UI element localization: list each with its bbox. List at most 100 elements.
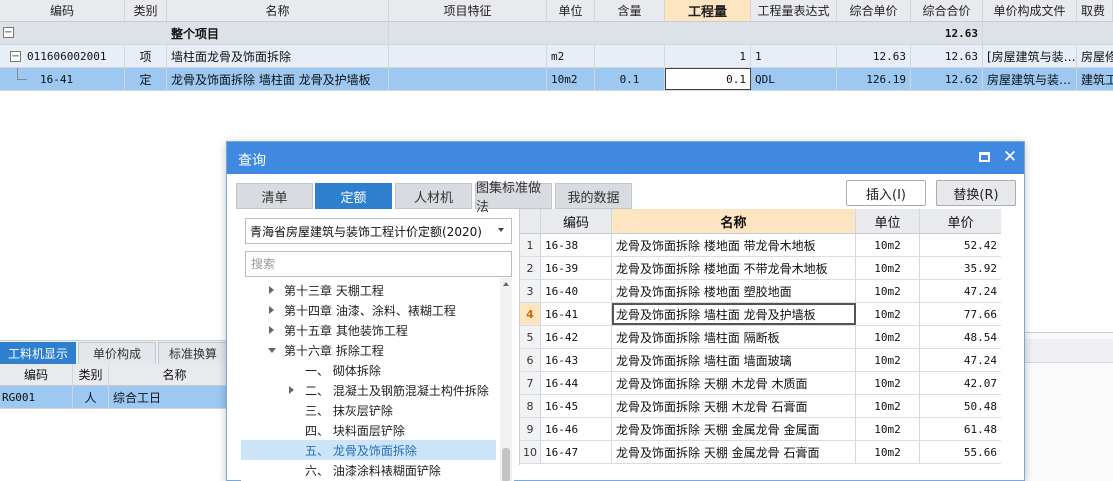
row-fee: 房屋修 <box>1081 49 1113 64</box>
insert-button[interactable]: 插入(I) <box>846 180 926 206</box>
result-row[interactable]: 5 16-42 龙骨及饰面拆除 墙柱面 隔断板 10m2 48.54 <box>520 326 1001 349</box>
result-row[interactable]: 3 16-40 龙骨及饰面拆除 楼地面 塑胶地面 10m2 47.24 <box>520 280 1001 303</box>
quota-tree-panel: 青海省房屋建筑与装饰工程计价定额(2020) 第十三章 天棚工程 第十四章 油漆… <box>241 216 514 481</box>
row-number: 1 <box>520 234 541 256</box>
row-name: 整个项目 <box>167 22 389 44</box>
tree-node-section-2[interactable]: 二、 混凝土及钢筋混凝土构件拆除 <box>241 380 496 400</box>
tree-node-chapter-14[interactable]: 第十四章 油漆、涂料、裱糊工程 <box>241 300 496 320</box>
replace-button[interactable]: 替换(R) <box>936 180 1016 206</box>
col-header-code[interactable]: 编码 <box>541 209 612 233</box>
collapse-toggle-icon[interactable]: − <box>10 50 21 62</box>
row-number: 2 <box>520 257 541 279</box>
result-row[interactable]: 2 16-39 龙骨及饰面拆除 楼地面 不带龙骨木地板 10m2 35.92 <box>520 257 1001 280</box>
close-icon[interactable]: ✕ <box>999 146 1021 168</box>
row-name: 墙柱面龙骨及饰面拆除 <box>167 45 389 67</box>
collapse-toggle-icon[interactable]: − <box>3 27 14 38</box>
result-price: 77.66 <box>963 307 997 321</box>
result-price: 61.48 <box>963 422 997 436</box>
result-price: 47.24 <box>963 353 997 367</box>
col-header-fee[interactable]: 取费 <box>1077 0 1113 21</box>
tree-node-section-3[interactable]: 三、 抹灰层铲除 <box>241 400 496 420</box>
result-name: 龙骨及饰面拆除 天棚 木龙骨 石膏面 <box>612 395 856 417</box>
row-expression[interactable]: 1 <box>751 45 837 67</box>
col-header-feature[interactable]: 项目特征 <box>389 0 547 21</box>
tree-node-chapter-15[interactable]: 第十五章 其他装饰工程 <box>241 320 496 340</box>
expand-icon[interactable] <box>269 306 274 314</box>
col-header-unit-price[interactable]: 综合单价 <box>837 0 911 21</box>
dialog-title-bar[interactable]: 查询 ✕ <box>227 142 1024 174</box>
col-header-name[interactable]: 名称 <box>612 209 856 233</box>
result-row[interactable]: 1 16-38 龙骨及饰面拆除 楼地面 带龙骨木地板 10m2 52.42 <box>520 234 1001 257</box>
top-grid-header: 编码 类别 名称 项目特征 单位 含量 工程量 工程量表达式 综合单价 综合合价… <box>0 0 1113 22</box>
result-grid-header: 编码 名称 单位 单价 <box>520 209 1001 234</box>
result-code: 16-44 <box>541 372 612 394</box>
tree-scrollbar[interactable] <box>500 278 512 481</box>
result-row[interactable]: 7 16-44 龙骨及饰面拆除 天棚 木龙骨 木质面 10m2 42.07 <box>520 372 1001 395</box>
result-name: 龙骨及饰面拆除 墙柱面 墙面玻璃 <box>612 349 856 371</box>
result-price: 48.54 <box>963 330 997 344</box>
collapse-icon[interactable] <box>268 348 276 353</box>
result-name: 龙骨及饰面拆除 墙柱面 隔断板 <box>612 326 856 348</box>
quantity-edit-field[interactable]: 0.1 <box>665 68 751 90</box>
result-unit: 10m2 <box>856 234 920 256</box>
expand-icon[interactable] <box>269 286 274 294</box>
col-header-price[interactable]: 单价 <box>920 209 1001 233</box>
maximize-icon[interactable] <box>979 152 990 162</box>
tab-labor-material[interactable]: 人材机 <box>395 183 472 209</box>
table-row-item[interactable]: − 011606002001 项 墙柱面龙骨及饰面拆除 m2 1 1 12.63… <box>0 45 1113 68</box>
result-name: 龙骨及饰面拆除 楼地面 塑胶地面 <box>612 280 856 302</box>
col-header-price-file[interactable]: 单价构成文件 <box>983 0 1077 21</box>
tab-standard-conversion[interactable]: 标准换算 <box>158 342 228 365</box>
search-input[interactable] <box>245 251 512 277</box>
result-code: 16-41 <box>541 303 612 325</box>
tab-material-display[interactable]: 工料机显示 <box>0 342 76 365</box>
tree-node-chapter-16[interactable]: 第十六章 拆除工程 <box>241 340 496 360</box>
tab-quota[interactable]: 定额 <box>315 183 392 209</box>
result-row[interactable]: 9 16-46 龙骨及饰面拆除 天棚 金属龙骨 金属面 10m2 61.48 <box>520 418 1001 441</box>
col-header-total[interactable]: 综合合价 <box>911 0 983 21</box>
tab-my-data[interactable]: 我的数据 <box>555 183 632 209</box>
col-header-code[interactable]: 编码 <box>0 364 73 385</box>
row-number: 8 <box>520 395 541 417</box>
tree-node-section-6[interactable]: 六、 油漆涂料裱糊面铲除 <box>241 460 496 480</box>
tab-price-composition[interactable]: 单价构成 <box>78 342 156 365</box>
col-header-type[interactable]: 类别 <box>73 364 109 385</box>
tree-node-section-1[interactable]: 一、 砌体拆除 <box>241 360 496 380</box>
tab-atlas-standard[interactable]: 图集标准做法 <box>475 181 552 215</box>
col-header-unit[interactable]: 单位 <box>856 209 920 233</box>
col-header-quantity[interactable]: 工程量 <box>665 0 751 21</box>
row-name: 龙骨及饰面拆除 墙柱面 龙骨及护墙板 <box>167 68 389 90</box>
col-header-type[interactable]: 类别 <box>125 0 167 21</box>
result-code: 16-47 <box>541 441 612 463</box>
col-header-unit[interactable]: 单位 <box>547 0 595 21</box>
col-header-expression[interactable]: 工程量表达式 <box>751 0 837 21</box>
expand-icon[interactable] <box>269 326 274 334</box>
col-header-name[interactable]: 名称 <box>167 0 389 21</box>
scrollbar-thumb[interactable] <box>502 448 510 481</box>
row-quantity[interactable]: 1 <box>665 45 751 67</box>
table-row-project[interactable]: − 整个项目 12.63 <box>0 22 1113 45</box>
result-row[interactable]: 6 16-43 龙骨及饰面拆除 墙柱面 墙面玻璃 10m2 47.24 <box>520 349 1001 372</box>
right-panel-edge <box>1024 332 1113 481</box>
col-header-code[interactable]: 编码 <box>0 0 125 21</box>
chevron-down-icon[interactable] <box>498 228 504 232</box>
tree-node-section-5[interactable]: 五、 龙骨及饰面拆除 <box>241 440 496 460</box>
tab-bill[interactable]: 清单 <box>236 183 313 209</box>
col-header-name[interactable]: 名称 <box>109 364 240 385</box>
dataset-select[interactable]: 青海省房屋建筑与装饰工程计价定额(2020) <box>245 218 512 244</box>
expand-icon[interactable] <box>289 386 294 394</box>
result-code: 16-39 <box>541 257 612 279</box>
table-row-quota[interactable]: 16-41 定 龙骨及饰面拆除 墙柱面 龙骨及护墙板 10m2 0.1 0.1 … <box>0 68 1113 91</box>
tree-node-section-4[interactable]: 四、 块料面层铲除 <box>241 420 496 440</box>
col-header-content[interactable]: 含量 <box>595 0 665 21</box>
tree-node-chapter-13[interactable]: 第十三章 天棚工程 <box>241 280 496 300</box>
material-row[interactable]: RG001 人 综合工日 <box>0 386 260 409</box>
result-row-selected[interactable]: 4 16-41 龙骨及饰面拆除 墙柱面 龙骨及护墙板 10m2 77.66 <box>520 303 1001 326</box>
result-row[interactable]: 10 16-47 龙骨及饰面拆除 天棚 金属龙骨 石膏面 10m2 55.66 <box>520 441 1001 464</box>
row-expression[interactable]: QDL <box>751 68 837 90</box>
row-unit: m2 <box>547 45 595 67</box>
result-unit: 10m2 <box>856 372 920 394</box>
scroll-up-icon[interactable] <box>503 282 509 286</box>
result-row[interactable]: 8 16-45 龙骨及饰面拆除 天棚 木龙骨 石膏面 10m2 50.48 <box>520 395 1001 418</box>
material-code: RG001 <box>0 386 73 408</box>
